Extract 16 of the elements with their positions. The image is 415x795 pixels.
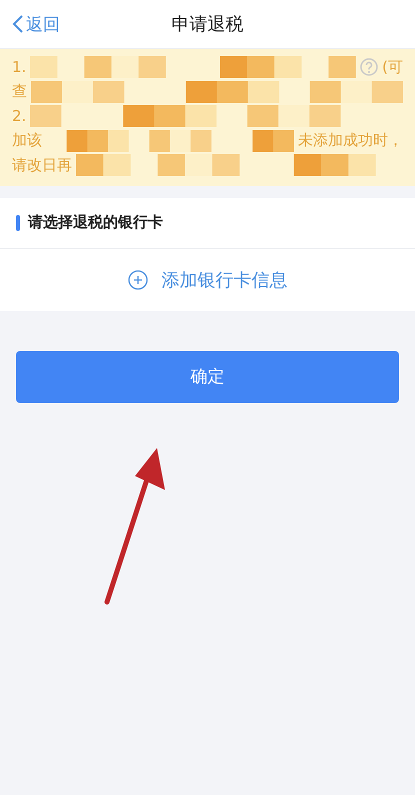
add-card-button[interactable]: 添加银行卡信息: [0, 248, 415, 310]
notice-text: 查: [12, 82, 27, 102]
confirm-button[interactable]: 确定: [16, 350, 399, 402]
section-title: 请选择退税的银行卡: [28, 213, 163, 232]
page-title: 申请退税: [172, 13, 244, 36]
notice-text: 加该: [12, 131, 42, 150]
notice-text: 2.: [12, 107, 26, 126]
plus-circle-icon: [128, 270, 148, 290]
notice-text: 1.: [12, 58, 26, 76]
help-icon[interactable]: [360, 58, 378, 76]
chevron-left-icon: [12, 14, 24, 34]
accent-bar: [16, 214, 20, 230]
back-button[interactable]: 返回: [0, 12, 60, 36]
notice-text: 请改日再: [12, 156, 72, 175]
notice-text: (可: [382, 58, 403, 77]
notice-text: 未添加成功时，: [298, 131, 403, 150]
